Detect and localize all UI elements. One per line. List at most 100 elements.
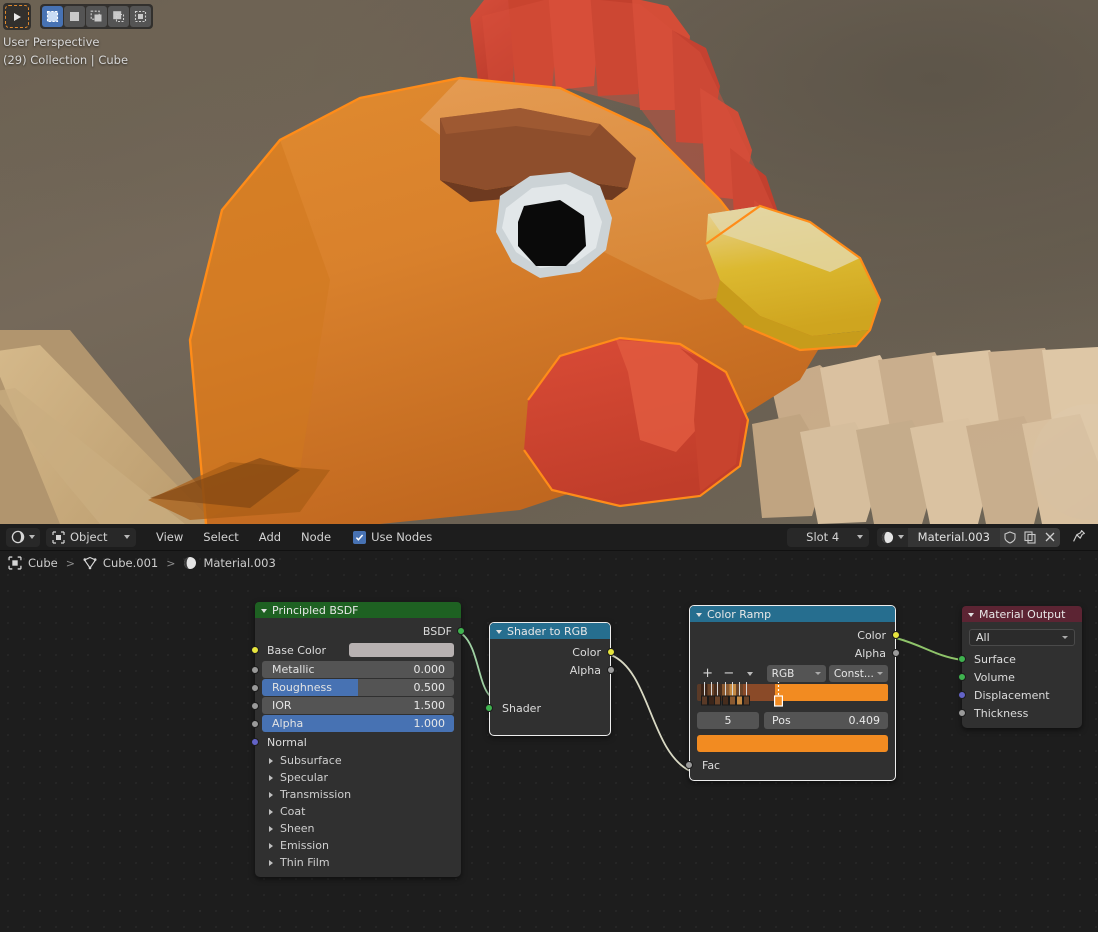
- socket-base-color[interactable]: [251, 646, 259, 654]
- node-shader-to-rgb[interactable]: Shader to RGB Color Alpha Shader: [485, 622, 615, 736]
- metallic-slider[interactable]: Metallic 0.000: [262, 661, 454, 678]
- node-header[interactable]: Material Output: [962, 606, 1082, 622]
- pin-button[interactable]: [1066, 528, 1092, 547]
- input-fac[interactable]: Fac: [685, 756, 895, 774]
- ior-slider[interactable]: IOR 1.500: [262, 697, 454, 714]
- ramp-stop[interactable]: [714, 682, 722, 708]
- checkbox-box[interactable]: [353, 530, 367, 544]
- select-mode-group[interactable]: [40, 4, 153, 29]
- socket-displacement[interactable]: [958, 691, 966, 699]
- slider-roughness[interactable]: Roughness 0.500: [251, 679, 461, 696]
- breadcrumb-item-mesh[interactable]: Cube.001: [103, 556, 158, 570]
- socket-surface[interactable]: [958, 655, 966, 663]
- node-header[interactable]: Color Ramp: [690, 606, 895, 622]
- socket-bsdf[interactable]: [457, 627, 465, 635]
- socket-alpha-out[interactable]: [892, 649, 900, 657]
- input-displacement[interactable]: Displacement: [958, 686, 1082, 704]
- new-material-button[interactable]: [1020, 527, 1040, 547]
- output-alpha[interactable]: Alpha: [490, 661, 615, 679]
- interpolation-dropdown[interactable]: Const...: [828, 665, 888, 682]
- output-color[interactable]: Color: [690, 626, 900, 644]
- input-base-color[interactable]: Base Color: [251, 640, 461, 660]
- input-surface[interactable]: Surface: [958, 650, 1082, 668]
- node-principled-bsdf[interactable]: Principled BSDF BSDF Base Color Metallic…: [251, 602, 465, 877]
- ramp-menu-button[interactable]: [739, 665, 760, 682]
- node-color-ramp[interactable]: Color Ramp Color Alpha + − RGB Const... …: [685, 605, 900, 781]
- node-header[interactable]: Principled BSDF: [255, 602, 461, 618]
- chevron-down-icon[interactable]: [261, 608, 267, 613]
- use-nodes-checkbox[interactable]: Use Nodes: [353, 530, 432, 544]
- material-datablock[interactable]: Material.003: [876, 527, 1060, 547]
- node-material-output[interactable]: Material Output All Surface Volume Displ…: [958, 606, 1082, 728]
- panel-transmission[interactable]: Transmission: [255, 786, 461, 803]
- menu-node[interactable]: Node: [291, 528, 341, 547]
- socket-color[interactable]: [607, 648, 615, 656]
- panel-coat[interactable]: Coat: [255, 803, 461, 820]
- color-ramp-gradient[interactable]: [697, 681, 888, 708]
- shader-type-dropdown[interactable]: Object: [46, 527, 136, 547]
- node-canvas[interactable]: Principled BSDF BSDF Base Color Metallic…: [0, 551, 1098, 932]
- select-box-icon[interactable]: [42, 6, 63, 27]
- material-slot-dropdown[interactable]: Slot 4: [786, 527, 869, 547]
- material-browse-button[interactable]: [876, 527, 908, 547]
- playhead-gizmo-icon[interactable]: [5, 5, 29, 28]
- node-editor-header[interactable]: Object View Select Add Node Use Nodes Sl…: [0, 524, 1098, 550]
- base-color-swatch[interactable]: [349, 643, 454, 657]
- shader-node-editor[interactable]: Object View Select Add Node Use Nodes Sl…: [0, 524, 1098, 932]
- input-shader[interactable]: Shader: [485, 699, 610, 717]
- panel-specular[interactable]: Specular: [255, 769, 461, 786]
- socket-shader[interactable]: [485, 704, 493, 712]
- socket-metallic[interactable]: [251, 666, 259, 674]
- socket-fac[interactable]: [685, 761, 693, 769]
- menu-add[interactable]: Add: [249, 528, 291, 547]
- chevron-down-icon[interactable]: [968, 612, 974, 617]
- 3d-viewport[interactable]: User Perspective (29) Collection | Cube: [0, 0, 1098, 524]
- menu-view[interactable]: View: [146, 528, 193, 547]
- editor-type-button[interactable]: [6, 527, 40, 547]
- socket-ior[interactable]: [251, 702, 259, 710]
- output-color[interactable]: Color: [490, 643, 615, 661]
- roughness-slider[interactable]: Roughness 0.500: [262, 679, 454, 696]
- output-bsdf[interactable]: BSDF: [255, 622, 465, 640]
- ramp-index-field[interactable]: 5: [697, 712, 759, 729]
- color-ramp-fields[interactable]: 5 Pos 0.409: [697, 712, 888, 729]
- ramp-pos-field[interactable]: Pos 0.409: [764, 712, 888, 729]
- select-extend-icon[interactable]: [86, 6, 107, 27]
- socket-thickness[interactable]: [958, 709, 966, 717]
- material-name-field[interactable]: Material.003: [907, 527, 1000, 547]
- slider-alpha[interactable]: Alpha 1.000: [251, 715, 461, 732]
- select-intersect-icon[interactable]: [130, 6, 151, 27]
- viewport-tool-header[interactable]: [3, 3, 153, 30]
- ramp-active-color-swatch[interactable]: [697, 735, 888, 752]
- node-header[interactable]: Shader to RGB: [490, 623, 610, 639]
- panel-sheen[interactable]: Sheen: [255, 820, 461, 837]
- output-alpha[interactable]: Alpha: [690, 644, 900, 662]
- panel-subsurface[interactable]: Subsurface: [255, 752, 461, 769]
- slider-ior[interactable]: IOR 1.500: [251, 697, 461, 714]
- color-ramp-toolbar[interactable]: + − RGB Const...: [697, 665, 888, 682]
- socket-volume[interactable]: [958, 673, 966, 681]
- socket-alpha-out[interactable]: [607, 666, 615, 674]
- ramp-stop-active[interactable]: [773, 681, 783, 708]
- ramp-stop[interactable]: [742, 682, 750, 708]
- menu-select[interactable]: Select: [193, 528, 248, 547]
- unlink-material-button[interactable]: [1040, 527, 1060, 547]
- breadcrumb-item-material[interactable]: Material.003: [203, 556, 275, 570]
- playhead-group[interactable]: [3, 3, 31, 30]
- select-new-icon[interactable]: [64, 6, 85, 27]
- target-dropdown[interactable]: All: [969, 629, 1075, 646]
- socket-color[interactable]: [892, 631, 900, 639]
- alpha-slider[interactable]: Alpha 1.000: [262, 715, 454, 732]
- input-volume[interactable]: Volume: [958, 668, 1082, 686]
- fake-user-button[interactable]: [1000, 527, 1020, 547]
- chevron-down-icon[interactable]: [496, 629, 502, 634]
- input-thickness[interactable]: Thickness: [958, 704, 1082, 722]
- breadcrumb-item-object[interactable]: Cube: [28, 556, 58, 570]
- slider-metallic[interactable]: Metallic 0.000: [251, 661, 461, 678]
- chevron-down-icon[interactable]: [696, 612, 702, 617]
- socket-roughness[interactable]: [251, 684, 259, 692]
- add-stop-button[interactable]: +: [697, 665, 718, 682]
- color-mode-dropdown[interactable]: RGB: [766, 665, 826, 682]
- select-subtract-icon[interactable]: [108, 6, 129, 27]
- remove-stop-button[interactable]: −: [718, 665, 739, 682]
